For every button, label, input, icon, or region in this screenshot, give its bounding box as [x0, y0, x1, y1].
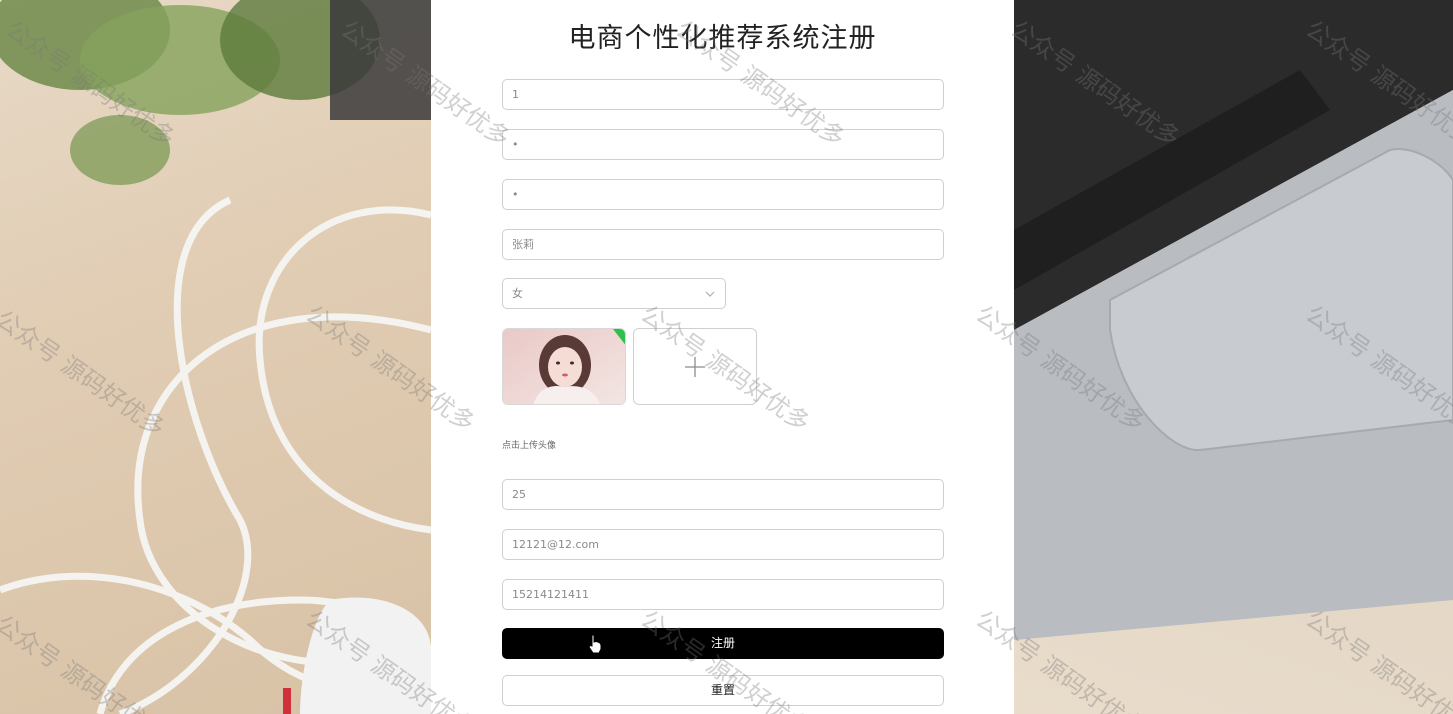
gender-select[interactable]: 女 [502, 278, 726, 309]
register-button[interactable]: 注册 [502, 628, 944, 659]
phone-input[interactable]: 15214121411 [502, 579, 944, 610]
register-card: 电商个性化推荐系统注册 1 • • 张莉 女 点击上传头像 25 12121@1… [431, 0, 1014, 714]
laptop [1014, 0, 1453, 640]
password-input[interactable]: • [502, 129, 944, 160]
upload-hint: 点击上传头像 [502, 441, 557, 451]
email-input[interactable]: 12121@12.com [502, 529, 944, 560]
page: 电商个性化推荐系统注册 1 • • 张莉 女 点击上传头像 25 12121@1… [0, 0, 1453, 714]
age-input[interactable]: 25 [502, 479, 944, 510]
chevron-down-icon [705, 291, 715, 297]
plant-decoration [0, 0, 431, 185]
plus-icon [685, 356, 705, 377]
confirm-password-input[interactable]: • [502, 179, 944, 210]
hand-pointer-icon [588, 634, 602, 654]
avatar-photo [503, 329, 625, 404]
account-input[interactable]: 1 [502, 79, 944, 110]
headphone [283, 597, 431, 714]
avatar-preview[interactable] [502, 328, 626, 405]
gender-selected-value: 女 [512, 287, 523, 300]
page-title: 电商个性化推荐系统注册 [568, 23, 877, 54]
avatar-upload-button[interactable] [633, 328, 757, 405]
reset-button[interactable]: 重置 [502, 675, 944, 706]
name-input[interactable]: 张莉 [502, 229, 944, 260]
